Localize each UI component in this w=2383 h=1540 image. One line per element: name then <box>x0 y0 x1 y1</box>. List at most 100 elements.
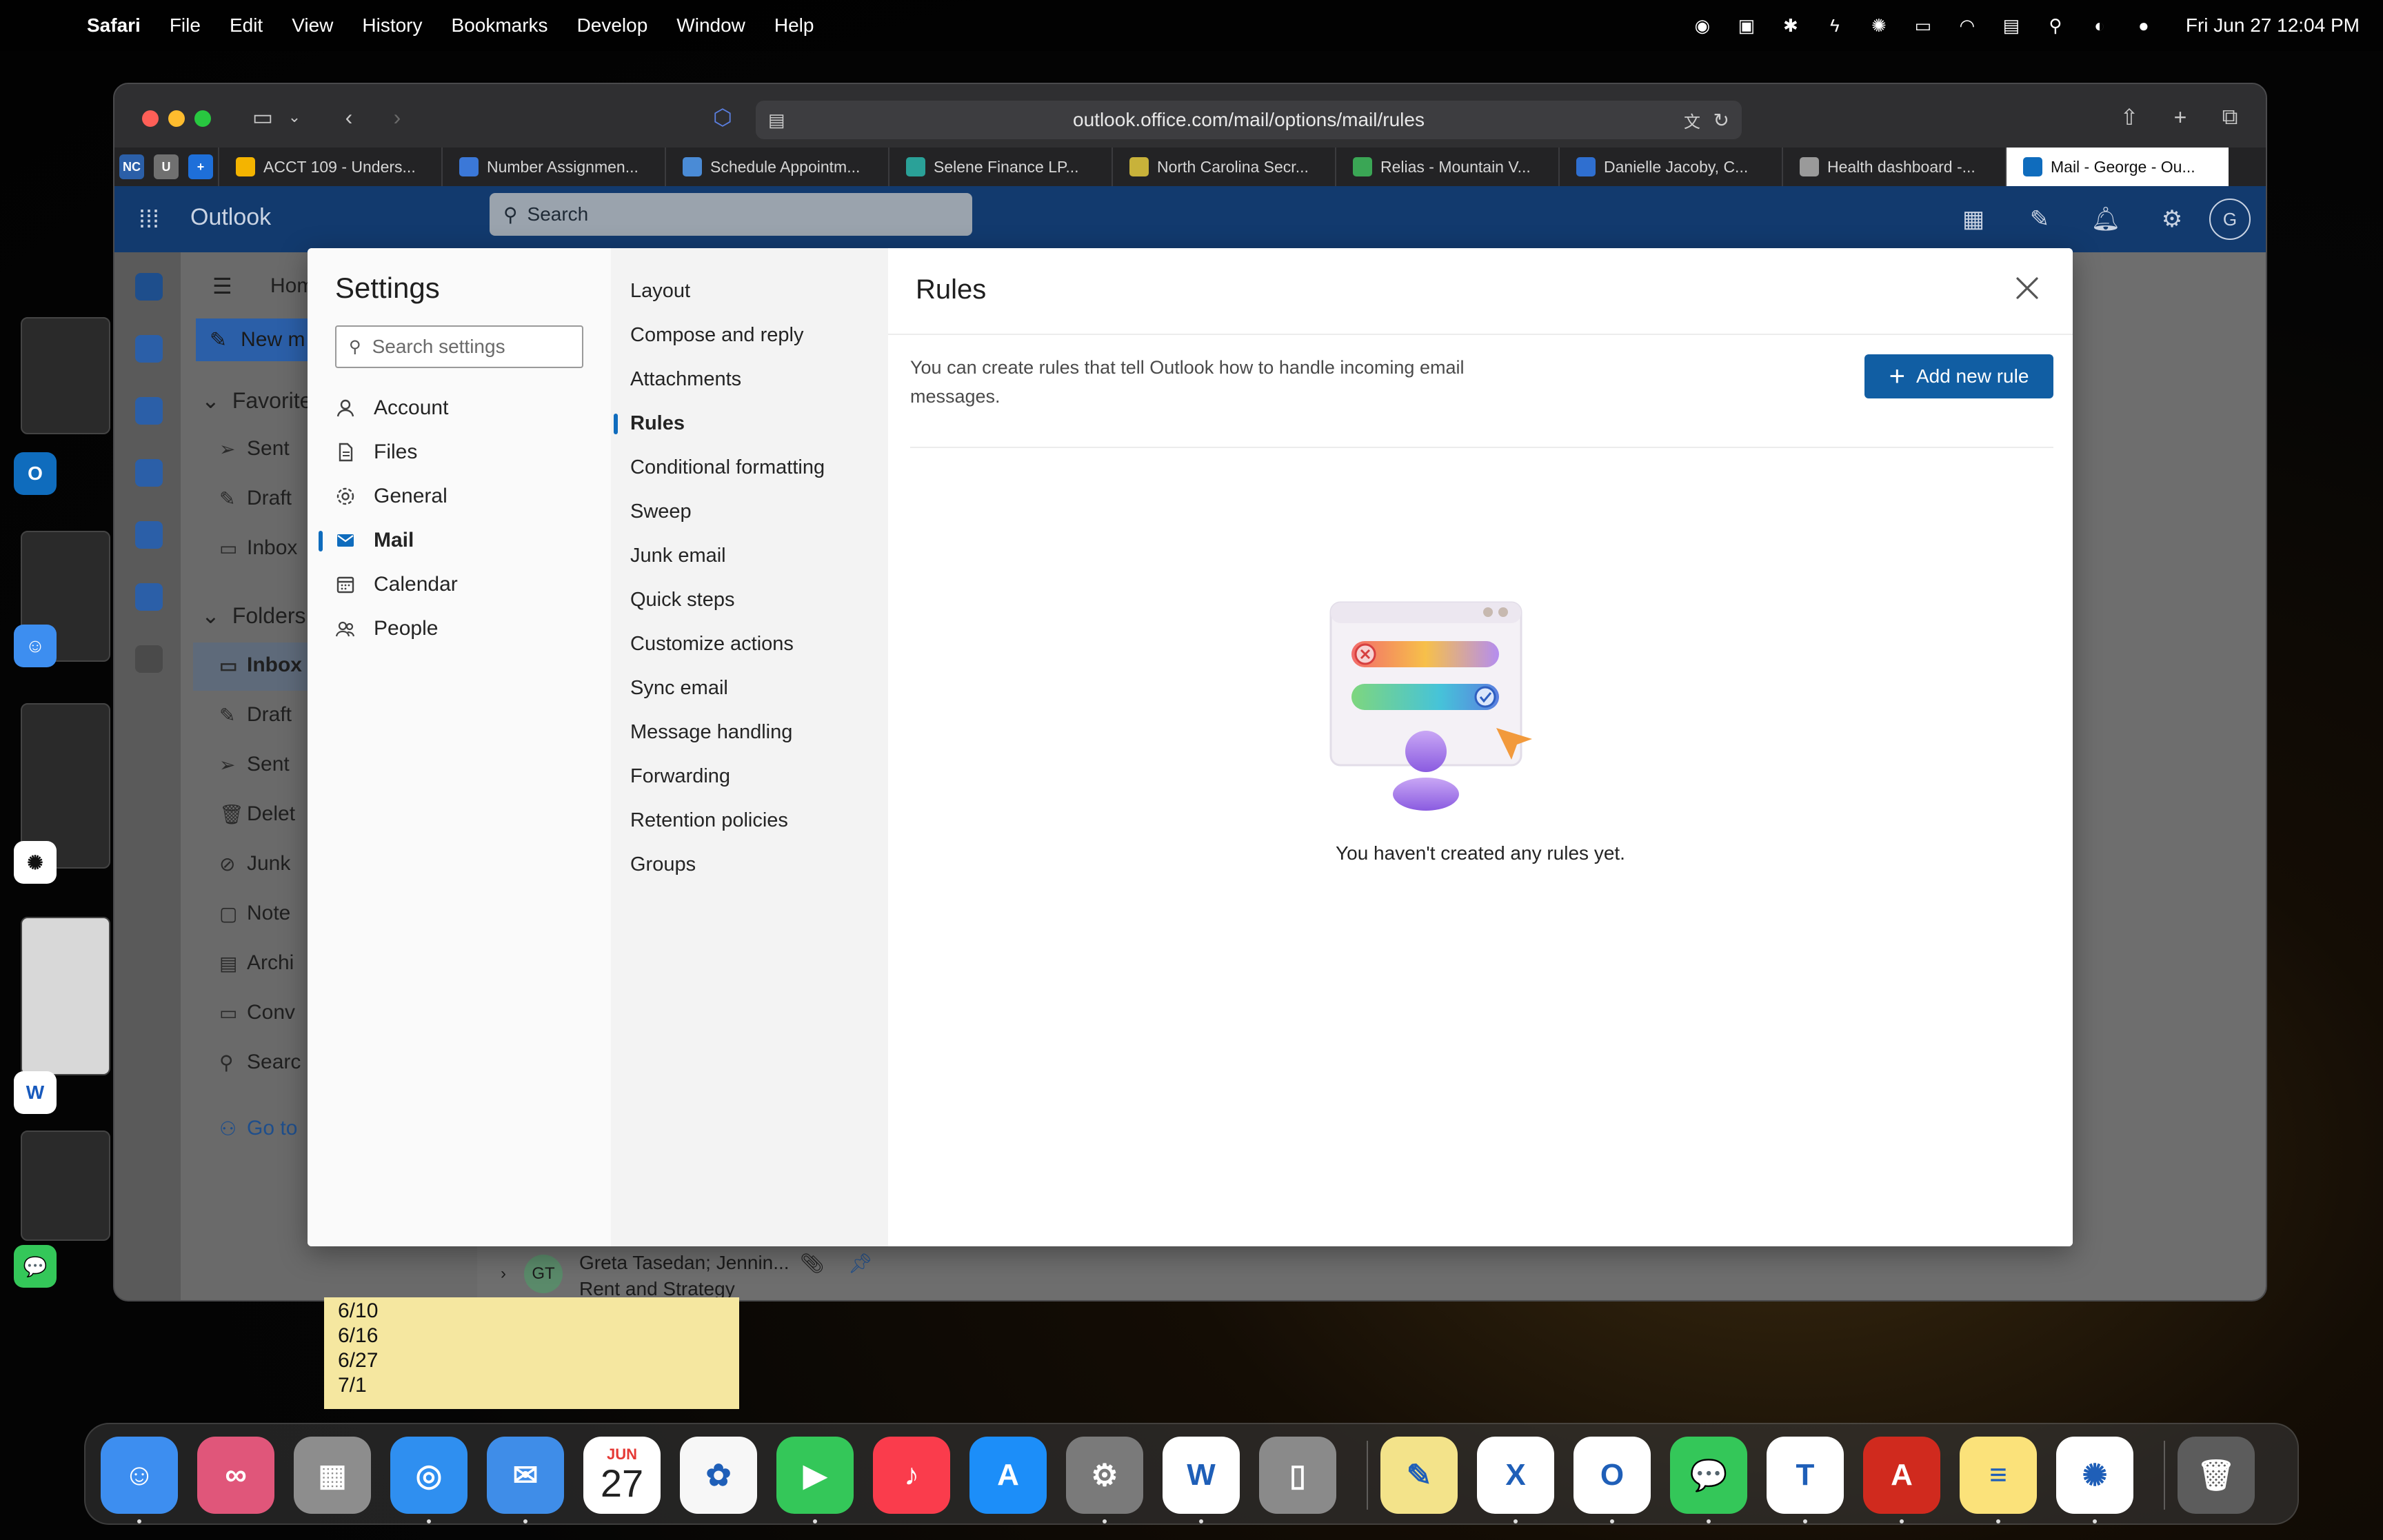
folder-item-archive[interactable]: ▤ Archi <box>219 951 294 975</box>
pin-icon[interactable]: 📌︎ <box>848 1252 873 1275</box>
add-new-rule-button[interactable]: + Add new rule <box>1864 354 2053 398</box>
mail-section-sync-email[interactable]: Sync email <box>630 669 728 707</box>
spotlight-search-icon[interactable]: ⚲ <box>2044 14 2067 37</box>
mail-section-groups[interactable]: Groups <box>630 845 696 884</box>
teams-meeting-icon[interactable]: ▦ <box>1955 201 1991 237</box>
facetime-dock-icon[interactable]: ▶ <box>776 1437 854 1514</box>
avatar[interactable]: G <box>2209 199 2251 240</box>
notes-dock-icon[interactable]: ≡ <box>1960 1437 2037 1514</box>
minimize-window-button[interactable] <box>168 110 185 127</box>
favorites-header[interactable]: ⌄ Favorite <box>201 387 312 414</box>
folder-item-deleted[interactable]: 🗑︎ Delet <box>219 802 295 826</box>
browser-tab[interactable]: Health dashboard -... <box>1782 148 2005 186</box>
menu-view[interactable]: View <box>292 14 333 37</box>
stage-thumb-5[interactable] <box>21 1131 110 1241</box>
creative-cloud-icon[interactable]: ▣ <box>1735 14 1758 37</box>
people-rail-icon[interactable] <box>135 397 163 425</box>
mail-section-message-handling[interactable]: Message handling <box>630 713 792 751</box>
creative-cloud-dock-icon[interactable]: ∞ <box>197 1437 274 1514</box>
wifi-icon[interactable]: ◠ <box>1955 14 1979 37</box>
tab-overview-icon[interactable]: ⧉ <box>2215 102 2245 132</box>
todo-rail-icon[interactable] <box>135 459 163 487</box>
word-stage-icon[interactable]: W <box>14 1071 57 1114</box>
chatgpt-dock-icon[interactable]: ✺ <box>2056 1437 2133 1514</box>
mail-section-sweep[interactable]: Sweep <box>630 492 692 531</box>
folder-item-drafts[interactable]: ✎ Draft <box>219 703 292 727</box>
settings-category-calendar[interactable]: Calendar <box>335 565 597 604</box>
stickies-dock-icon[interactable]: ✎ <box>1380 1437 1458 1514</box>
menu-help[interactable]: Help <box>774 14 814 37</box>
excel-dock-icon[interactable]: X <box>1477 1437 1554 1514</box>
go-to-groups-link[interactable]: ⚇ Go to <box>219 1117 297 1140</box>
zoom-window-button[interactable] <box>194 110 211 127</box>
acrobat-dock-icon[interactable]: A <box>1863 1437 1940 1514</box>
launchpad-dock-icon[interactable]: ▦ <box>294 1437 371 1514</box>
chevron-down-icon[interactable]: ⌄ <box>284 102 305 132</box>
mail-section-junk-email[interactable]: Junk email <box>630 536 726 575</box>
browser-tab[interactable]: Relias - Mountain V... <box>1335 148 1558 186</box>
folder-item-search[interactable]: ⚲ Searc <box>219 1051 301 1074</box>
outlook-brand[interactable]: Outlook <box>190 204 271 231</box>
photos-dock-icon[interactable]: ✿ <box>680 1437 757 1514</box>
calendar-rail-icon[interactable] <box>135 335 163 363</box>
folder-item-junk[interactable]: ⊘ Junk <box>219 852 290 875</box>
fav-item-drafts[interactable]: ✎ Draft <box>219 487 292 510</box>
stage-thumb-1[interactable] <box>21 317 110 434</box>
teams-status-icon[interactable]: ✱ <box>1779 14 1802 37</box>
browser-tab[interactable]: Number Assignmen... <box>441 148 665 186</box>
browser-tab[interactable]: ACCT 109 - Unders... <box>218 148 441 186</box>
outlook-dock-icon[interactable]: O <box>1573 1437 1651 1514</box>
mail-section-customize-actions[interactable]: Customize actions <box>630 625 794 663</box>
close-window-button[interactable] <box>142 110 159 127</box>
music-dock-icon[interactable]: ♪ <box>873 1437 950 1514</box>
screen-sharing-icon[interactable]: ◉ <box>1691 14 1714 37</box>
todo-icon[interactable]: ✎ <box>2022 201 2058 237</box>
more-apps-rail-icon[interactable] <box>135 645 163 673</box>
browser-tab[interactable]: Mail - George - Ou... <box>2005 148 2229 186</box>
sticky-note[interactable]: 6/10 6/16 6/27 7/1 <box>324 1297 739 1409</box>
translate-icon[interactable]: 文 <box>1684 108 1700 132</box>
menu-file[interactable]: File <box>170 14 201 37</box>
reload-icon[interactable]: ↻ <box>1713 109 1729 132</box>
siri-icon[interactable]: ● <box>2132 14 2155 37</box>
folder-item-conversation[interactable]: ▭ Conv <box>219 1001 295 1024</box>
menu-app-name[interactable]: Safari <box>87 14 141 37</box>
sidebar-toggle-icon[interactable]: ▭ <box>245 102 280 132</box>
app-store-dock-icon[interactable]: A <box>969 1437 1047 1514</box>
keyboard-icon[interactable]: ▤ <box>2000 14 2023 37</box>
outlook-search-input[interactable]: ⚲ Search <box>490 193 972 236</box>
mail-section-conditional-formatting[interactable]: Conditional formatting <box>630 448 825 487</box>
pinned-tab[interactable]: NC <box>114 148 149 186</box>
messages-dock-icon[interactable]: 💬 <box>1670 1437 1747 1514</box>
settings-search-input[interactable]: ⚲ Search settings <box>335 325 583 368</box>
mail-rail-icon[interactable] <box>135 273 163 301</box>
settings-category-people[interactable]: People <box>335 609 597 648</box>
pinned-tab[interactable]: + <box>183 148 218 186</box>
menu-window[interactable]: Window <box>676 14 745 37</box>
browser-tab[interactable]: Selene Finance LP... <box>888 148 1112 186</box>
browser-tab[interactable]: Schedule Appointm... <box>665 148 888 186</box>
teams-dock-icon[interactable]: T <box>1767 1437 1844 1514</box>
word-dock-icon[interactable]: W <box>1163 1437 1240 1514</box>
menu-bookmarks[interactable]: Bookmarks <box>452 14 548 37</box>
iphone-mirroring-dock-icon[interactable]: ▯ <box>1259 1437 1336 1514</box>
mail-section-layout[interactable]: Layout <box>630 272 690 310</box>
privacy-shield-icon[interactable]: ⬡ <box>707 102 738 132</box>
menu-history[interactable]: History <box>362 14 422 37</box>
page-menu-icon[interactable]: ▤ <box>768 110 785 131</box>
folder-item-notes[interactable]: ▢ Note <box>219 902 290 925</box>
app-launcher-icon[interactable]: ⁞⁞⁞ <box>135 205 163 233</box>
system-settings-dock-icon[interactable]: ⚙ <box>1066 1437 1143 1514</box>
share-icon[interactable]: ⇧ <box>2114 102 2144 132</box>
calendar-dock-icon[interactable]: JUN 27 <box>583 1437 661 1514</box>
menu-edit[interactable]: Edit <box>230 14 263 37</box>
folder-item-inbox[interactable]: ▭ Inbox <box>219 654 302 677</box>
finder-dock-icon[interactable]: ☺ <box>101 1437 178 1514</box>
settings-category-account[interactable]: Account <box>335 389 597 427</box>
bolt-icon[interactable]: ϟ <box>1823 14 1847 37</box>
pinned-tab[interactable]: U <box>149 148 183 186</box>
mail-section-rules[interactable]: Rules <box>614 404 685 443</box>
forward-button[interactable]: › <box>383 102 411 132</box>
browser-tab[interactable]: Danielle Jacoby, C... <box>1558 148 1782 186</box>
mail-section-compose-and-reply[interactable]: Compose and reply <box>630 316 803 354</box>
